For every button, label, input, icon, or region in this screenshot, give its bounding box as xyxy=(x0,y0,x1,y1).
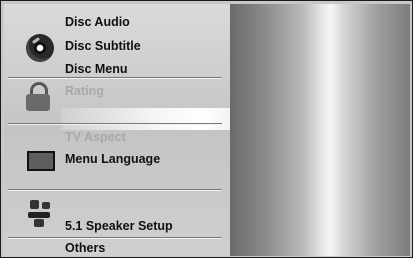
menu-item-disc-menu[interactable]: Disc Menu xyxy=(65,61,128,77)
divider xyxy=(8,237,222,239)
setup-menu-screen: Disc Audio Disc Subtitle Disc Menu Ratin… xyxy=(0,0,413,258)
monitor-icon xyxy=(27,151,55,171)
menu-item-disc-audio[interactable]: Disc Audio xyxy=(65,14,130,30)
setup-menu-panel: Disc Audio Disc Subtitle Disc Menu Ratin… xyxy=(4,4,321,256)
menu-item-tv-aspect[interactable]: TV Aspect xyxy=(65,129,126,145)
divider xyxy=(8,123,222,125)
menu-item-menu-language[interactable]: Menu Language xyxy=(65,151,160,167)
preview-panel xyxy=(230,4,410,256)
speaker-icon xyxy=(28,200,54,228)
menu-item-rating[interactable]: Rating xyxy=(65,83,104,99)
menu-item-disc-subtitle[interactable]: Disc Subtitle xyxy=(65,38,141,54)
divider xyxy=(8,77,222,79)
divider xyxy=(8,189,222,191)
menu-item-speaker-setup[interactable]: 5.1 Speaker Setup xyxy=(65,218,173,234)
padlock-icon xyxy=(26,82,52,112)
menu-item-others[interactable]: Others xyxy=(65,240,105,256)
disc-icon xyxy=(26,34,54,62)
